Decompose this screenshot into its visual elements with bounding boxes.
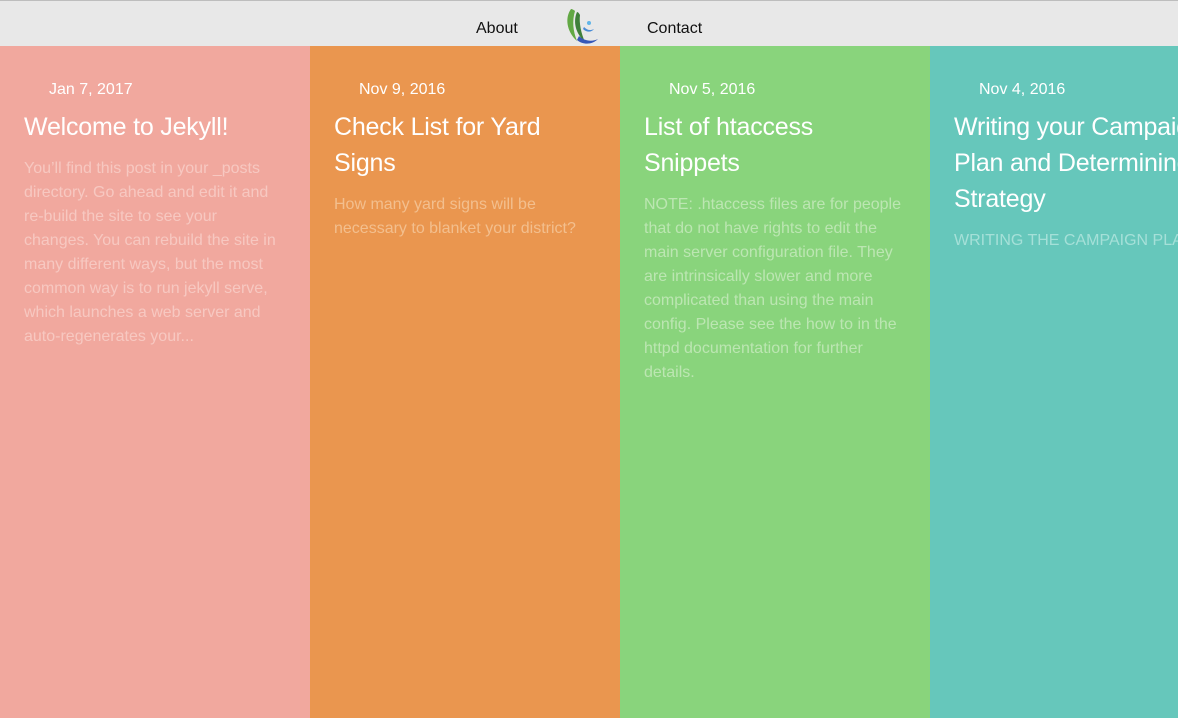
post-card[interactable]: Nov 4, 2016 Writing your Campaign Plan a… [930, 46, 1178, 718]
top-navigation-bar: About Contact [0, 0, 1178, 46]
post-card[interactable]: Jan 7, 2017 Welcome to Jekyll! You’ll fi… [0, 46, 310, 718]
post-date: Nov 9, 2016 [359, 81, 446, 98]
post-date: Nov 4, 2016 [979, 81, 1066, 98]
post-card-content: Nov 4, 2016 Writing your Campaign Plan a… [954, 80, 1178, 253]
leaf-swoosh-logo-icon[interactable] [563, 5, 601, 45]
post-card[interactable]: Nov 9, 2016 Check List for Yard Signs Ho… [310, 46, 620, 718]
nav-about-link[interactable]: About [476, 19, 518, 39]
post-excerpt: You’ll find this post in your _posts dir… [24, 160, 276, 345]
post-date: Jan 7, 2017 [49, 81, 133, 98]
post-title-link[interactable]: List of htaccess Snippets [644, 109, 906, 181]
post-title-link[interactable]: Writing your Campaign Plan and Determini… [954, 109, 1178, 217]
post-title-link[interactable]: Check List for Yard Signs [334, 109, 596, 181]
post-date: Nov 5, 2016 [669, 81, 756, 98]
page: About Contact Jan 7, 2017 Welcome to Jek… [0, 0, 1178, 718]
post-title-link[interactable]: Welcome to Jekyll! [24, 109, 286, 145]
post-excerpt: How many yard signs will be necessary to… [334, 196, 576, 237]
post-excerpt: WRITING THE CAMPAIGN PLAN [954, 232, 1178, 249]
post-excerpt: NOTE: .htaccess files are for people tha… [644, 196, 901, 381]
post-columns: Jan 7, 2017 Welcome to Jekyll! You’ll fi… [0, 46, 1178, 718]
nav-contact-link[interactable]: Contact [647, 19, 702, 39]
post-card[interactable]: Nov 5, 2016 List of htaccess Snippets NO… [620, 46, 930, 718]
